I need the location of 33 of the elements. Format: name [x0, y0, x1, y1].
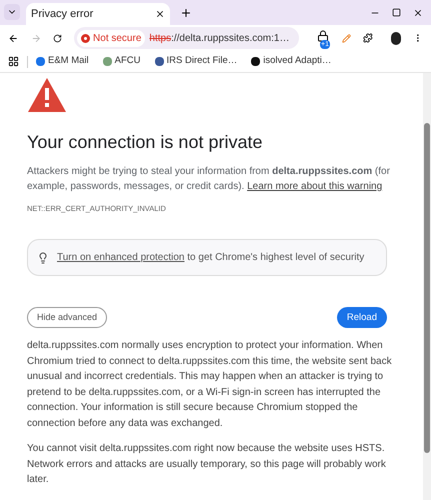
url-text: https://delta.ruppssites.com:1…	[149, 32, 290, 46]
protection-text: Turn on enhanced protection to get Chrome's highest level of security	[57, 251, 364, 266]
browser-tab[interactable]: Privacy error	[26, 3, 170, 25]
details-text: You cannot visit delta.ruppssites.com right now because the website uses HSTS. Network errors and attacks are usually temporary, so this page will probably work later.	[27, 442, 387, 488]
warning-icon	[81, 34, 90, 42]
warning-text: Attackers might be trying to steal your information from delta.ruppssites.com (for example, passwords, messages, or credit cards). Learn more about this warning	[27, 165, 391, 194]
bookmark-item[interactable]: E&M Mail	[36, 54, 89, 69]
close-icon[interactable]	[155, 9, 165, 19]
new-tab-icon[interactable]	[180, 7, 192, 19]
security-chip[interactable]: Not secure	[77, 30, 146, 46]
enhanced-protection-link[interactable]: Turn on enhanced protection	[57, 252, 184, 264]
bookmark-item[interactable]: AFCU	[102, 54, 141, 69]
lightbulb-icon	[37, 252, 49, 264]
tab-search-button[interactable]	[4, 4, 20, 20]
address-bar[interactable]: Not secure https://delta.ruppssites.com:1…	[74, 27, 300, 49]
pencil-icon[interactable]	[342, 32, 351, 44]
profile-avatar[interactable]	[390, 32, 402, 44]
close-icon[interactable]	[413, 8, 423, 18]
maximize-icon[interactable]	[392, 8, 401, 17]
bookmark-item[interactable]: isolved Adapti…	[251, 54, 332, 69]
scrollbar-thumb[interactable]	[424, 123, 430, 453]
warning-triangle-icon	[27, 77, 67, 113]
tab-title: Privacy error	[31, 6, 94, 22]
learn-more-link[interactable]: Learn more about this warning	[247, 181, 382, 192]
apps-icon[interactable]	[8, 56, 19, 67]
scrollbar[interactable]	[423, 73, 431, 500]
bookmark-item[interactable]: IRS Direct File…	[154, 54, 238, 69]
reload-button[interactable]: Reload	[336, 307, 387, 328]
reload-icon[interactable]	[53, 32, 62, 44]
extensions-icon[interactable]	[362, 32, 373, 44]
hide-advanced-button[interactable]: Hide advanced	[27, 307, 108, 328]
page-title: Your connection is not private	[27, 131, 264, 154]
details-text: delta.ruppssites.com normally uses encryption to protect your information. When Chromium tried to connect to delta.ruppssites.com this time, the website sent back unusual and incorrect credentials. This may happen when an attacker is trying to pretend to be delta.ruppssites.com, or a Wi-Fi sign-in screen has interrupted the connection. Your information is still secure because Chromium stopped the connection before any data was exchanged.	[27, 339, 393, 431]
